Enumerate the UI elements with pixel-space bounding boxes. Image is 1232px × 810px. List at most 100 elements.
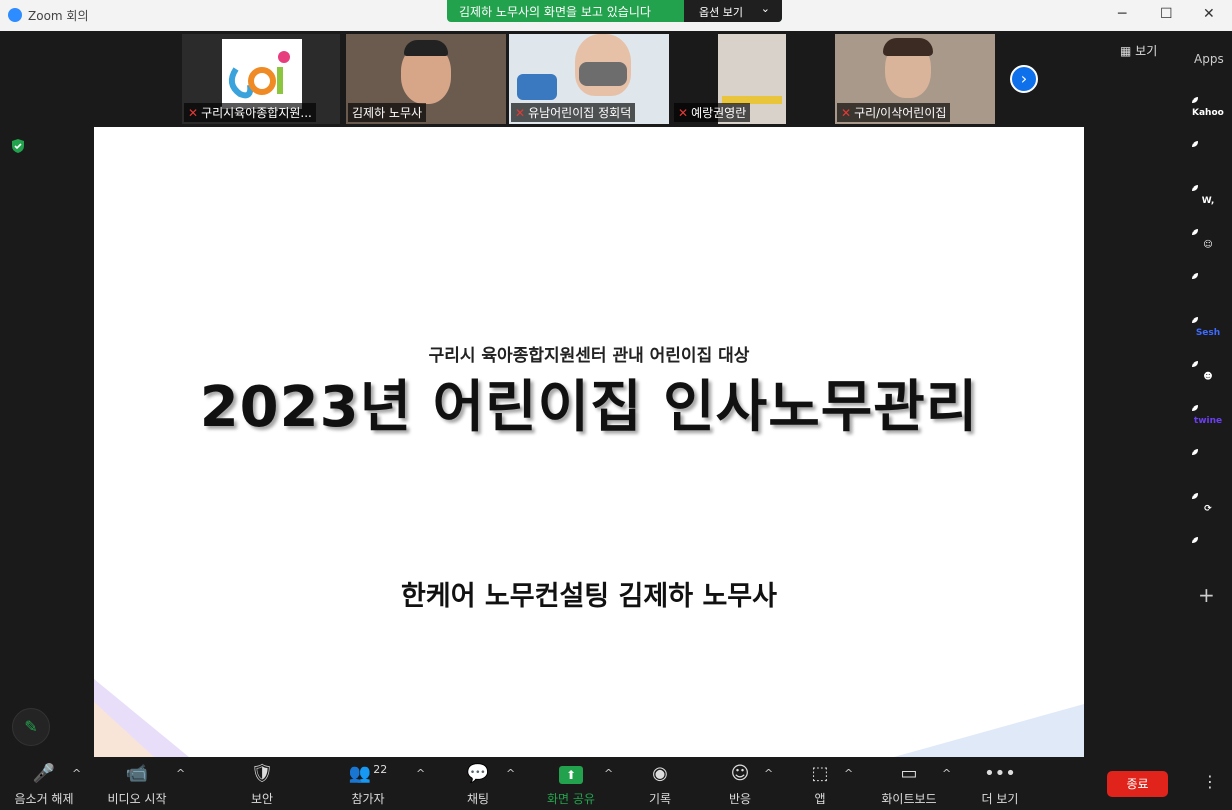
app-item[interactable]: +: [1192, 449, 1224, 481]
participant-gallery: ✕ 구리시육아종합지원... 김제하 노무사 ✕ 유남어린이집 정회덕 ✕ 예랑권영란…: [0, 31, 1232, 127]
apps-icon: ⬚: [811, 763, 829, 784]
app-item[interactable]: + ☻: [1192, 361, 1224, 393]
hair-shape: [404, 40, 448, 56]
app-sesh[interactable]: + Sesh: [1192, 317, 1224, 349]
add-icon: +: [1192, 141, 1198, 147]
wall-decoration: [517, 74, 557, 100]
app-item[interactable]: +: [1192, 141, 1224, 173]
annotate-pencil-icon[interactable]: ✎: [12, 708, 50, 746]
view-label: 보기: [1135, 44, 1158, 58]
participants-button[interactable]: 👥 22 참가자: [340, 757, 396, 810]
add-icon: +: [1192, 185, 1198, 191]
participant-tile[interactable]: ✕ 예랑권영란: [672, 34, 832, 124]
add-icon: +: [1192, 405, 1198, 411]
add-icon: +: [1192, 493, 1198, 499]
video-options-caret[interactable]: ^: [176, 767, 185, 780]
share-screen-button[interactable]: ⬆ 화면 공유: [540, 757, 602, 810]
view-options-label: 옵션 보기: [699, 6, 743, 19]
apps-options-caret[interactable]: ^: [844, 767, 853, 780]
participant-name: ✕ 구리/이삭어린이집: [837, 103, 951, 122]
share-icon-wrap: ⬆: [540, 763, 602, 789]
record-button[interactable]: ◉ 기록: [638, 757, 682, 810]
share-options-caret[interactable]: ^: [604, 767, 613, 780]
participant-tile[interactable]: ✕ 구리/이삭어린이집: [835, 34, 995, 124]
reactions-label: 반응: [728, 792, 752, 806]
end-meeting-button[interactable]: 종료: [1107, 771, 1168, 797]
start-video-button[interactable]: 📹 비디오 시작: [100, 757, 174, 810]
whiteboard-icon: ▭: [900, 763, 918, 784]
close-button[interactable]: ✕: [1203, 6, 1215, 22]
video-off-icon: 📹: [125, 763, 149, 784]
participant-tile[interactable]: ✕ 유남어린이집 정회덕: [509, 34, 669, 124]
shared-screen-slide: 구리시 육아종합지원센터 관내 어린이집 대상 2023년 어린이집 인사노무관…: [94, 127, 1084, 757]
add-app-icon[interactable]: +: [1198, 583, 1215, 607]
share-screen-icon: ⬆: [559, 766, 583, 784]
app-kahoot[interactable]: +Kahoot!: [1192, 97, 1224, 129]
view-button[interactable]: ▦ 보기: [1120, 42, 1157, 59]
encryption-shield-icon[interactable]: [10, 138, 26, 154]
participant-tile[interactable]: ✕ 구리시육아종합지원...: [182, 34, 340, 124]
organization-logo: [222, 39, 302, 109]
chat-bubble-icon: 💬: [466, 763, 490, 784]
muted-mic-icon: ✕: [678, 106, 689, 120]
start-video-label: 비디오 시작: [107, 792, 167, 806]
participants-options-caret[interactable]: ^: [416, 767, 425, 780]
muted-mic-icon: ✕: [188, 106, 199, 120]
unmute-button[interactable]: 🎤 음소거 해제: [8, 757, 80, 810]
participant-name: ✕ 유남어린이집 정회덕: [511, 103, 636, 122]
minimize-button[interactable]: ─: [1118, 6, 1126, 22]
muted-microphone-icon: 🎤: [32, 763, 56, 784]
grid-icon: ▦: [1120, 44, 1132, 58]
participant-name: ✕ 구리시육아종합지원...: [184, 103, 316, 122]
add-icon: +: [1192, 537, 1198, 543]
window-title: Zoom 회의: [28, 9, 89, 23]
app-item[interactable]: + W,: [1192, 185, 1224, 217]
app-twine[interactable]: + twine: [1192, 405, 1224, 437]
slide-title: 2023년 어린이집 인사노무관리: [199, 375, 979, 440]
whiteboard-label: 화이트보드: [881, 792, 937, 806]
reactions-options-caret[interactable]: ^: [764, 767, 773, 780]
app-item[interactable]: +: [1192, 273, 1224, 305]
app-item[interactable]: +: [1192, 537, 1224, 569]
security-label: 보안: [250, 792, 274, 806]
reactions-button[interactable]: ☺ 반응: [718, 757, 762, 810]
maximize-button[interactable]: ☐: [1160, 6, 1173, 22]
meeting-toolbar: 🎤 음소거 해제 ^ 📹 비디오 시작 ^ 🛡 보안 👥 22 참가자 ^ 💬 채…: [0, 757, 1232, 810]
more-dots-icon: •••: [984, 763, 1016, 784]
more-label: 더 보기: [981, 792, 1019, 806]
app-item[interactable]: + ☺: [1192, 229, 1224, 261]
muted-mic-icon: ✕: [515, 106, 526, 120]
vertical-more-icon[interactable]: ⋮: [1202, 772, 1218, 791]
apps-toolbar-label: 앱: [814, 792, 826, 806]
add-icon: +: [1192, 317, 1198, 323]
participant-count: 22: [373, 763, 388, 776]
apps-label: Apps: [1194, 52, 1224, 66]
chat-options-caret[interactable]: ^: [506, 767, 515, 780]
participants-icon: 👥: [348, 763, 372, 784]
add-icon: +: [1192, 97, 1198, 103]
security-button[interactable]: 🛡 보안: [240, 757, 284, 810]
audio-options-caret[interactable]: ^: [72, 767, 81, 780]
chat-label: 채팅: [466, 792, 490, 806]
more-button[interactable]: ••• 더 보기: [974, 757, 1026, 810]
slide-presenter: 한케어 노무컨설팅 김제하 노무사: [401, 581, 777, 612]
record-label: 기록: [648, 792, 672, 806]
next-page-arrow-icon[interactable]: ›: [1010, 65, 1038, 93]
share-screen-label: 화면 공유: [547, 792, 595, 806]
share-banner-text: 김제하 노무사의 화면을 보고 있습니다: [459, 5, 651, 19]
view-options-button[interactable]: 옵션 보기 ⌄: [684, 0, 782, 22]
chat-button[interactable]: 💬 채팅: [456, 757, 500, 810]
sci-logo-icon: [228, 51, 290, 99]
whiteboard-options-caret[interactable]: ^: [942, 767, 951, 780]
app-item[interactable]: + ⟳: [1192, 493, 1224, 525]
whiteboard-button[interactable]: ▭ 화이트보드: [874, 757, 944, 810]
chevron-down-icon: ⌄: [760, 2, 770, 15]
screen-share-banner: 김제하 노무사의 화면을 보고 있습니다 옵션 보기 ⌄: [447, 0, 782, 22]
participants-label: 참가자: [351, 792, 385, 806]
unmute-label: 음소거 해제: [14, 792, 74, 806]
add-icon: +: [1192, 229, 1198, 235]
muted-mic-icon: ✕: [841, 106, 852, 120]
apps-button[interactable]: ⬚ 앱: [800, 757, 840, 810]
participant-tile[interactable]: 김제하 노무사: [346, 34, 506, 124]
shield-icon: 🛡: [250, 763, 274, 784]
